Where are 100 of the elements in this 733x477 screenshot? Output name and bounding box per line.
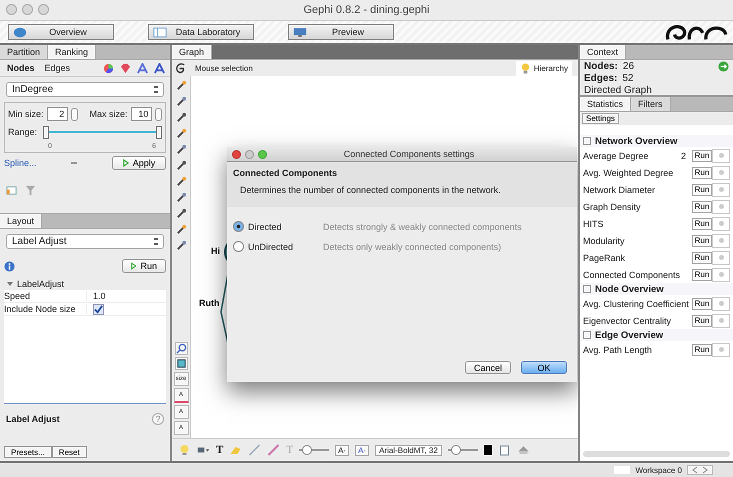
property-group-title: LabelAdjust (17, 279, 64, 289)
edge-icon[interactable] (248, 444, 262, 456)
edge-color-icon[interactable] (267, 444, 280, 456)
settings-button[interactable]: Settings (582, 113, 619, 124)
preset-button[interactable]: Presets... (4, 446, 52, 458)
refresh-icon[interactable] (718, 61, 729, 72)
label-size-icon[interactable] (137, 62, 148, 74)
option-hint: Detects only weakly connected components) (323, 242, 502, 252)
option-label[interactable]: UnDirected (248, 242, 323, 252)
stepper-icon[interactable] (71, 108, 78, 120)
run-button[interactable]: Run (692, 218, 712, 230)
max-size-field[interactable]: 10 (130, 107, 152, 121)
property-name: Speed (4, 291, 87, 301)
sub-tab[interactable]: Edges (42, 62, 72, 74)
run-button[interactable]: Run (692, 314, 712, 326)
radio-button[interactable] (233, 241, 244, 252)
edge-scale-slider[interactable] (299, 446, 330, 454)
filter-icon[interactable] (25, 185, 36, 196)
run-button[interactable]: Run (692, 252, 712, 264)
node-label: Ruth (199, 298, 220, 308)
info-icon[interactable] (4, 260, 15, 272)
property-value[interactable]: 1.0 (93, 291, 106, 301)
eject-icon[interactable] (516, 444, 530, 456)
perspective-button[interactable]: Overview (8, 24, 114, 40)
run-button[interactable]: Run (692, 344, 712, 356)
attribute-dropdown[interactable]: InDegree (6, 82, 164, 97)
apply-button[interactable]: Apply (112, 156, 166, 170)
zoom-window-button[interactable] (38, 4, 49, 15)
stepper-icon[interactable] (155, 108, 162, 120)
collapse-icon[interactable] (583, 285, 591, 293)
close-window-button[interactable] (6, 4, 17, 15)
collapse-triangle-icon[interactable] (7, 282, 13, 286)
mouse-mode-label: Mouse selection (195, 64, 253, 72)
run-button[interactable]: Run (692, 166, 712, 178)
gephi-logo-icon (174, 62, 187, 74)
nodes-count: 26 (622, 61, 634, 72)
layout-description-title: Label Adjust (6, 414, 60, 424)
run-button[interactable]: Run (692, 268, 712, 280)
edges-label: Edges: (584, 73, 618, 84)
zoom-icon[interactable] (174, 342, 188, 355)
max-size-label: Max size: (90, 109, 128, 119)
text-tool-button[interactable]: T (216, 444, 224, 456)
scrollbar[interactable] (583, 451, 730, 457)
run-button[interactable]: Run (692, 150, 712, 162)
property-name: Include Node size (4, 304, 87, 314)
spline-link[interactable]: Spline... (4, 158, 37, 168)
cancel-button[interactable]: Cancel (465, 361, 511, 374)
minimize-window-button[interactable] (22, 4, 33, 15)
panel-tab[interactable]: Context (580, 45, 626, 59)
radio-button[interactable] (233, 221, 244, 232)
font-field[interactable]: Arial-BoldMT, 32 (375, 444, 442, 456)
label-color-icon[interactable] (154, 62, 165, 74)
spline-preview-icon (71, 162, 78, 164)
statistic-name: Modularity (583, 236, 626, 246)
run-button[interactable]: Run (692, 234, 712, 246)
dialog-heading: Connected Components (233, 168, 338, 178)
panel-tab[interactable]: Statistics (580, 97, 632, 111)
panel-tab[interactable]: Graph (172, 45, 212, 59)
font-color-button[interactable]: A· (355, 444, 370, 456)
zoom-window-button[interactable] (258, 150, 267, 158)
property-checkbox[interactable] (93, 304, 104, 314)
monitor-icon (293, 26, 307, 38)
run-button[interactable]: Run (692, 200, 712, 212)
min-size-field[interactable]: 2 (46, 107, 68, 121)
perspective-button[interactable]: Preview (288, 24, 394, 40)
run-button[interactable]: Run (692, 298, 712, 310)
color-swatch-icon[interactable] (484, 445, 492, 455)
play-icon (122, 159, 129, 167)
font-color-button[interactable]: A· (335, 444, 350, 456)
edges-count: 52 (622, 73, 634, 84)
lightbulb-icon[interactable] (178, 444, 191, 456)
statistic-name: Avg. Clustering Coefficient (583, 298, 690, 308)
dialog-title: Connected Components settings (342, 149, 476, 159)
workspace-nav-button[interactable] (687, 465, 713, 475)
hierarchy-button[interactable]: Hierarchy (516, 60, 572, 76)
statistic-name: Eigenvector Centrality (583, 316, 672, 326)
sub-tab[interactable]: Nodes (5, 62, 37, 74)
preset-button[interactable]: Reset (52, 446, 87, 458)
pen-icon[interactable] (176, 192, 186, 203)
node-square-icon[interactable] (174, 357, 188, 370)
panel-tab[interactable]: Layout (0, 214, 42, 228)
panel-tab[interactable]: Filters (631, 97, 671, 111)
ok-button[interactable]: OK (521, 361, 567, 374)
statistic-name: Network Diameter (583, 184, 656, 194)
option-label[interactable]: Directed (248, 222, 323, 232)
results-list-icon[interactable] (6, 185, 17, 196)
perspective-button[interactable]: Data Laboratory (148, 24, 254, 40)
collapse-icon[interactable] (583, 331, 591, 339)
close-window-button[interactable] (232, 150, 241, 158)
panel-tab[interactable]: Ranking (48, 45, 96, 59)
panel-tab[interactable]: Partition (0, 45, 48, 59)
clipboard-icon[interactable] (498, 444, 511, 456)
group-title: Edge Overview (595, 330, 664, 340)
run-button[interactable]: Run (692, 184, 712, 196)
range-slider[interactable] (43, 126, 162, 138)
layout-dropdown[interactable]: Label Adjust (6, 234, 164, 249)
collapse-icon[interactable] (583, 137, 591, 145)
run-button[interactable]: Run (122, 259, 166, 273)
pencil-icon[interactable] (176, 176, 186, 187)
minimize-window-button[interactable] (245, 150, 254, 158)
